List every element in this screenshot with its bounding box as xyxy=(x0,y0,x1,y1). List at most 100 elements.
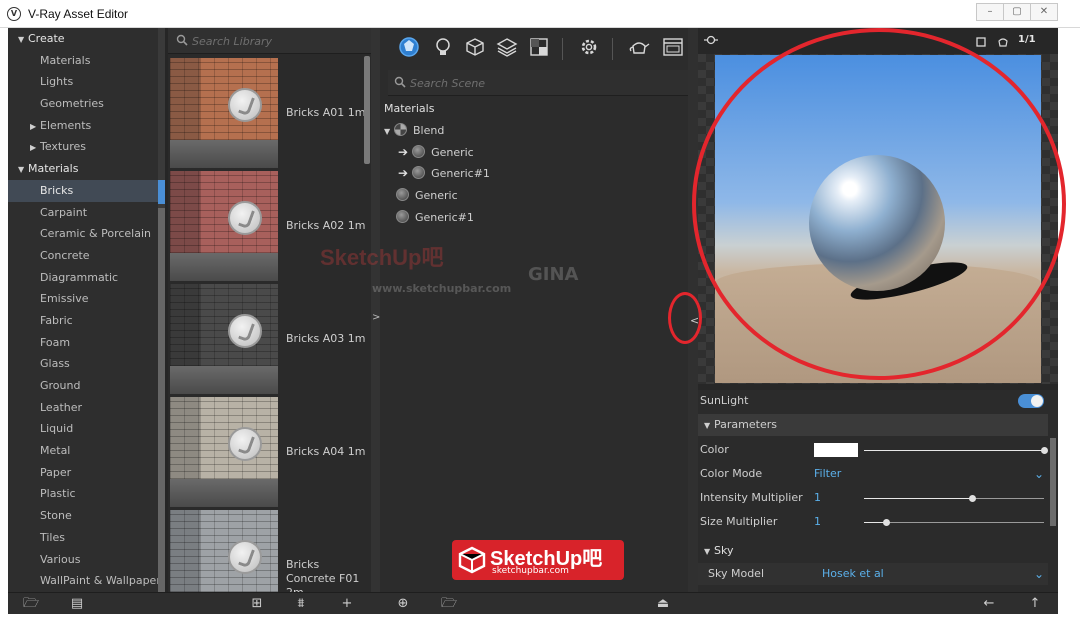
arrow-up-icon[interactable]: ↑ xyxy=(1026,595,1044,613)
scene-material-item[interactable]: ▼ Blend xyxy=(380,120,688,142)
tree-item-diagrammatic[interactable]: Diagrammatic xyxy=(8,267,158,289)
scene-material-item[interactable]: ➔ Generic xyxy=(380,142,688,164)
frame-buffer-button[interactable] xyxy=(660,36,686,62)
size-slider-knob[interactable] xyxy=(882,519,890,526)
scene-material-item[interactable]: Generic#1 xyxy=(380,207,688,229)
size-slider[interactable] xyxy=(864,519,1044,526)
tree-item-textures[interactable]: ▶ Textures xyxy=(8,136,158,158)
geometry-tab-button[interactable] xyxy=(462,36,488,62)
intensity-value[interactable]: 1 xyxy=(814,487,821,509)
tree-item-stone[interactable]: Stone xyxy=(8,505,158,527)
tree-scroll-thumb[interactable] xyxy=(158,208,165,592)
grid-view-icon[interactable]: ⊞ xyxy=(248,595,266,613)
properties-scroll-thumb[interactable] xyxy=(1050,438,1056,526)
layout-icon[interactable]: ▤ xyxy=(68,595,86,613)
triangle-right-icon[interactable]: ▶ xyxy=(30,116,40,138)
color-swatch[interactable] xyxy=(814,443,858,457)
close-button[interactable]: ✕ xyxy=(1030,3,1058,21)
color-slider[interactable] xyxy=(864,447,1048,454)
textures-tab-button[interactable] xyxy=(526,36,552,62)
size-value[interactable]: 1 xyxy=(814,511,821,533)
window-icon xyxy=(663,38,683,56)
scene-search[interactable]: Search Scene xyxy=(388,70,688,96)
tree-item-geometries[interactable]: Geometries xyxy=(8,93,158,115)
minimize-button[interactable]: – xyxy=(976,3,1004,21)
materials-tab-button[interactable] xyxy=(396,36,422,62)
tree-item-ground[interactable]: Ground xyxy=(8,375,158,397)
scene-material-item[interactable]: Generic xyxy=(380,185,688,207)
library-scroll-thumb[interactable] xyxy=(364,56,370,164)
tree-item-ceramic-porcelain[interactable]: Ceramic & Porcelain xyxy=(8,223,158,245)
tree-item-paper[interactable]: Paper xyxy=(8,462,158,484)
load-folder-icon[interactable]: 🗁 xyxy=(440,595,458,613)
color-mode-dropdown[interactable]: Filter xyxy=(814,463,841,485)
library-item[interactable]: Bricks Concrete F01 2m xyxy=(168,510,364,592)
settings-tab-button[interactable] xyxy=(576,36,602,62)
material-thumbnail[interactable] xyxy=(170,284,278,394)
color-slider-knob[interactable] xyxy=(1041,447,1048,454)
triangle-down-icon[interactable]: ▼ xyxy=(384,121,394,143)
tree-item-various[interactable]: Various xyxy=(8,549,158,571)
open-folder-icon[interactable]: 🗁 xyxy=(22,595,40,613)
tree-item-label: Diagrammatic xyxy=(40,270,119,284)
tree-item-elements[interactable]: ▶ Elements xyxy=(8,115,158,137)
tree-item-tiles[interactable]: Tiles xyxy=(8,527,158,549)
tree-item-glass[interactable]: Glass xyxy=(8,353,158,375)
library-search[interactable]: Search Library xyxy=(168,28,374,54)
scene-material-item[interactable]: ➔ Generic#1 xyxy=(380,163,688,185)
purge-icon[interactable]: ⏏ xyxy=(654,595,672,613)
tree-item-label: Liquid xyxy=(40,422,74,436)
preview-options-icon[interactable] xyxy=(704,34,718,46)
search-icon xyxy=(394,76,406,88)
tree-item-plastic[interactable]: Plastic xyxy=(8,483,158,505)
create-asset-icon[interactable]: ⊕ xyxy=(394,595,412,613)
material-thumbnail[interactable] xyxy=(170,510,278,592)
intensity-slider-knob[interactable] xyxy=(969,495,976,502)
tree-item-leather[interactable]: Leather xyxy=(8,397,158,419)
library-item[interactable]: Bricks A01 1m xyxy=(168,58,366,168)
arrow-left-icon[interactable]: ← xyxy=(980,595,998,613)
filter-icon[interactable]: ⩩ xyxy=(292,595,310,613)
preview-ratio[interactable]: 1/1 xyxy=(1018,34,1036,45)
tree-item-concrete[interactable]: Concrete xyxy=(8,245,158,267)
tree-scrollbar[interactable] xyxy=(158,28,165,592)
tree-item-fabric[interactable]: Fabric xyxy=(8,310,158,332)
triangle-down-icon[interactable]: ▼ xyxy=(18,159,28,181)
intensity-slider[interactable] xyxy=(864,495,1044,502)
material-thumbnail[interactable] xyxy=(170,171,278,281)
tree-item-lights[interactable]: Lights xyxy=(8,71,158,93)
render-button[interactable] xyxy=(626,36,652,62)
library-item-label: Bricks A01 1m xyxy=(286,106,366,119)
tree-item-liquid[interactable]: Liquid xyxy=(8,418,158,440)
library-item[interactable]: Bricks A04 1m xyxy=(168,397,366,507)
library-splitter[interactable]: > xyxy=(371,28,380,592)
sky-model-dropdown[interactable]: Hosek et al xyxy=(822,563,884,585)
tree-item-label: Fabric xyxy=(40,313,73,327)
triangle-down-icon[interactable]: ▼ xyxy=(18,29,28,51)
tree-item-emissive[interactable]: Emissive xyxy=(8,288,158,310)
add-icon[interactable]: + xyxy=(338,595,356,613)
sunlight-toggle[interactable] xyxy=(1018,394,1044,408)
tree-item-bricks[interactable]: Bricks xyxy=(8,179,158,202)
tree-item-wallpaint-wallpaper[interactable]: WallPaint & Wallpaper xyxy=(8,570,158,592)
tree-item-foam[interactable]: Foam xyxy=(8,332,158,354)
tree-item-materials[interactable]: Materials xyxy=(8,50,158,72)
color-mode-row: Color Mode Filter ⌄ xyxy=(698,463,1048,485)
material-thumbnail[interactable] xyxy=(170,58,278,168)
tree-category-create[interactable]: ▼ Create xyxy=(8,28,158,50)
maximize-button[interactable]: ▢ xyxy=(1003,3,1031,21)
sky-section-header[interactable]: ▼ Sky xyxy=(698,540,1048,562)
tree-item-metal[interactable]: Metal xyxy=(8,440,158,462)
chevron-down-icon[interactable]: ⌄ xyxy=(1034,463,1044,485)
tree-item-carpaint[interactable]: Carpaint xyxy=(8,202,158,224)
chevron-down-icon[interactable]: ⌄ xyxy=(1034,563,1044,585)
lights-tab-button[interactable] xyxy=(430,36,456,62)
library-item[interactable]: Bricks A03 1m xyxy=(168,284,366,394)
square-icon[interactable] xyxy=(976,37,986,47)
parameters-section-header[interactable]: ▼ Parameters xyxy=(698,414,1048,436)
material-thumbnail[interactable] xyxy=(170,397,278,507)
render-elements-tab-button[interactable] xyxy=(494,36,520,62)
teapot-icon[interactable] xyxy=(996,36,1010,48)
tree-category-materials[interactable]: ▼ Materials xyxy=(8,158,158,180)
triangle-right-icon[interactable]: ▶ xyxy=(30,137,40,159)
